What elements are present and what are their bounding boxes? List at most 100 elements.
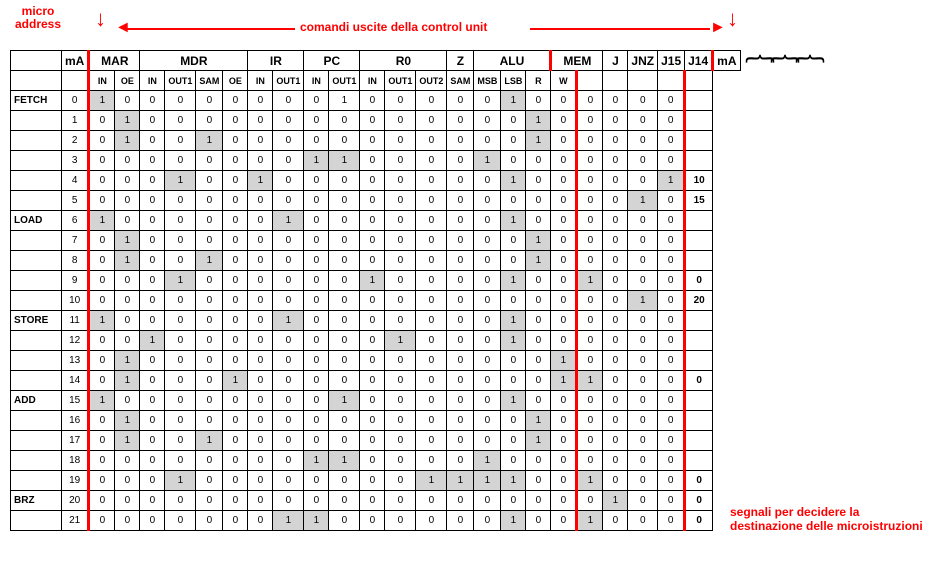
signal-cell: 0 bbox=[273, 151, 304, 171]
jump-cell: 0 bbox=[658, 131, 685, 151]
signal-cell: 0 bbox=[89, 371, 115, 391]
table-row: 4000100100000000100000110 bbox=[11, 171, 741, 191]
group-header-cell: IR bbox=[248, 51, 304, 71]
signal-cell: 1 bbox=[501, 311, 526, 331]
signal-cell: 0 bbox=[329, 371, 360, 391]
signal-cell: 0 bbox=[329, 511, 360, 531]
signal-cell: 0 bbox=[140, 511, 165, 531]
signal-cell: 0 bbox=[551, 91, 577, 111]
signal-cell: 0 bbox=[140, 151, 165, 171]
signal-cell: 0 bbox=[248, 471, 273, 491]
jump-cell: 0 bbox=[603, 251, 628, 271]
signal-cell: 0 bbox=[140, 491, 165, 511]
table-row: 5000000000000000000001015 bbox=[11, 191, 741, 211]
row-label-cell bbox=[11, 471, 62, 491]
signal-cell: 0 bbox=[385, 491, 416, 511]
signal-cell: 0 bbox=[474, 511, 501, 531]
jump-cell: 0 bbox=[603, 191, 628, 211]
signal-cell: 0 bbox=[416, 371, 447, 391]
group-header-cell: J15 bbox=[658, 51, 685, 71]
signal-cell: 0 bbox=[385, 191, 416, 211]
signal-cell: 0 bbox=[140, 171, 165, 191]
ma-cell: 5 bbox=[62, 191, 89, 211]
jump-cell: 0 bbox=[603, 471, 628, 491]
jump-cell: 0 bbox=[628, 111, 658, 131]
ma2-cell bbox=[685, 211, 713, 231]
jump-cell: 0 bbox=[628, 251, 658, 271]
jump-cell: 0 bbox=[628, 131, 658, 151]
signal-cell: 0 bbox=[304, 311, 329, 331]
signal-cell: 0 bbox=[416, 271, 447, 291]
table-row: 70100000000000000100000 bbox=[11, 231, 741, 251]
signal-cell: 0 bbox=[474, 231, 501, 251]
jump-cell: 0 bbox=[603, 311, 628, 331]
signal-cell: 0 bbox=[115, 91, 140, 111]
signal-cell: 0 bbox=[416, 131, 447, 151]
signal-cell: 0 bbox=[165, 511, 196, 531]
sub-header-cell: IN bbox=[304, 71, 329, 91]
jump-cell: 1 bbox=[628, 291, 658, 311]
signal-cell: 0 bbox=[474, 391, 501, 411]
jump-cell: 0 bbox=[603, 391, 628, 411]
signal-cell: 0 bbox=[447, 311, 474, 331]
table-row: 130100000000000000010000 bbox=[11, 351, 741, 371]
signal-cell: 0 bbox=[385, 151, 416, 171]
signal-cell: 0 bbox=[447, 91, 474, 111]
jump-cell: 0 bbox=[577, 331, 603, 351]
signal-cell: 0 bbox=[89, 291, 115, 311]
signal-cell: 0 bbox=[416, 311, 447, 331]
signal-cell: 0 bbox=[273, 351, 304, 371]
ma2-cell: 0 bbox=[685, 471, 713, 491]
signal-cell: 0 bbox=[223, 331, 248, 351]
signal-cell: 0 bbox=[223, 251, 248, 271]
signal-cell: 0 bbox=[474, 431, 501, 451]
signal-cell: 0 bbox=[248, 371, 273, 391]
group-header-cell: R0 bbox=[360, 51, 447, 71]
signal-cell: 1 bbox=[115, 111, 140, 131]
signal-cell: 0 bbox=[329, 311, 360, 331]
jump-cell: 0 bbox=[628, 171, 658, 191]
signal-cell: 0 bbox=[248, 271, 273, 291]
signal-cell: 1 bbox=[140, 331, 165, 351]
signal-cell: 0 bbox=[223, 171, 248, 191]
signal-cell: 0 bbox=[385, 171, 416, 191]
signal-cell: 0 bbox=[329, 171, 360, 191]
jump-cell: 0 bbox=[658, 411, 685, 431]
sub-header-cell: IN bbox=[360, 71, 385, 91]
signal-cell: 0 bbox=[223, 511, 248, 531]
jump-cell: 0 bbox=[577, 151, 603, 171]
signal-cell: 0 bbox=[360, 171, 385, 191]
signal-cell: 0 bbox=[329, 131, 360, 151]
signal-cell: 0 bbox=[501, 411, 526, 431]
ma-cell: 12 bbox=[62, 331, 89, 351]
signal-cell: 0 bbox=[360, 231, 385, 251]
signal-cell: 0 bbox=[447, 411, 474, 431]
signal-cell: 0 bbox=[196, 471, 223, 491]
group-header-cell: MAR bbox=[89, 51, 140, 71]
group-header-cell: MEM bbox=[551, 51, 603, 71]
signal-cell: 0 bbox=[551, 391, 577, 411]
table-row: 80100100000000000100000 bbox=[11, 251, 741, 271]
signal-cell: 0 bbox=[140, 111, 165, 131]
signal-cell: 0 bbox=[223, 491, 248, 511]
signal-cell: 0 bbox=[196, 271, 223, 291]
group-header-cell: PC bbox=[304, 51, 360, 71]
signal-cell: 0 bbox=[223, 231, 248, 251]
signal-cell: 0 bbox=[501, 111, 526, 131]
signal-cell: 0 bbox=[304, 351, 329, 371]
signal-cell: 0 bbox=[551, 111, 577, 131]
signal-cell: 0 bbox=[140, 431, 165, 451]
signal-cell: 0 bbox=[140, 351, 165, 371]
signal-cell: 0 bbox=[329, 251, 360, 271]
table-row: 160100000000000000100000 bbox=[11, 411, 741, 431]
jump-cell: 0 bbox=[628, 151, 658, 171]
signal-cell: 1 bbox=[501, 391, 526, 411]
signal-cell: 0 bbox=[447, 231, 474, 251]
jump-cell: 0 bbox=[658, 451, 685, 471]
signal-cell: 1 bbox=[115, 131, 140, 151]
jump-cell: 0 bbox=[628, 311, 658, 331]
signal-cell: 0 bbox=[89, 251, 115, 271]
microinstruction-table: mAMARMDRIRPCR0ZALUMEMJJNZJ15J14mA INOEIN… bbox=[10, 50, 741, 531]
row-label-cell bbox=[11, 351, 62, 371]
signal-cell: 0 bbox=[551, 451, 577, 471]
